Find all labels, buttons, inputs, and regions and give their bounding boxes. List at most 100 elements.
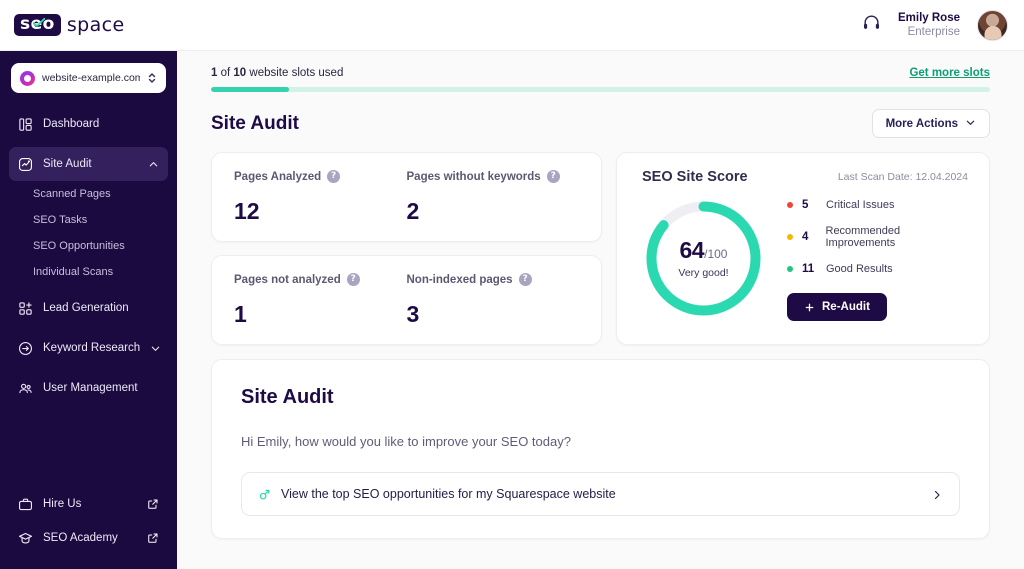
external-link-icon xyxy=(147,498,159,510)
sidebar-item-label: Keyword Research xyxy=(43,342,141,354)
sidebar-item-hire-us[interactable]: Hire Us xyxy=(9,487,168,521)
score-legend: 5 Critical Issues 4 Recommended Improvem… xyxy=(787,195,968,321)
legend-count: 11 xyxy=(802,263,815,275)
status-dot-critical xyxy=(787,202,793,208)
top-bar: seo space Emily Rose Enterprise xyxy=(0,0,1024,51)
chevron-down-icon xyxy=(150,343,161,354)
sidebar: website-example.com Dashboard Site Audit… xyxy=(0,51,177,569)
sidebar-subitem-label: Scanned Pages xyxy=(33,188,111,200)
score-card-title: SEO Site Score xyxy=(642,169,748,185)
sidebar-item-dashboard[interactable]: Dashboard xyxy=(9,107,168,141)
lead-generation-icon xyxy=(18,301,33,316)
stat-non-indexed-pages: Non-indexed pages ? 3 xyxy=(407,273,580,328)
up-down-icon xyxy=(147,71,157,85)
stat-label: Pages not analyzed ? xyxy=(234,273,407,286)
chevron-up-icon xyxy=(148,159,159,170)
user-name: Emily Rose xyxy=(898,11,960,24)
stat-pages-without-keywords: Pages without keywords ? 2 xyxy=(407,170,580,225)
slots-progress-fill xyxy=(211,87,289,92)
sidebar-subitem-label: Individual Scans xyxy=(33,266,114,278)
stat-value: 3 xyxy=(406,301,420,327)
legend-count: 5 xyxy=(802,199,809,211)
more-actions-label: More Actions xyxy=(885,117,958,130)
sidebar-item-label: Hire Us xyxy=(43,498,82,510)
audit-panel-greeting: Hi Emily, how would you like to improve … xyxy=(241,434,571,449)
stat-label-text: Pages not analyzed xyxy=(234,273,341,286)
more-actions-button[interactable]: More Actions xyxy=(871,109,990,138)
site-selector[interactable]: website-example.com xyxy=(11,63,166,93)
plus-icon xyxy=(804,302,815,313)
sidebar-item-lead-generation[interactable]: Lead Generation xyxy=(9,291,168,325)
dashboard-icon xyxy=(18,117,33,132)
stat-label-text: Pages Analyzed xyxy=(234,170,322,183)
seo-site-score-card: SEO Site Score Last Scan Date: 12.04.202… xyxy=(616,152,990,345)
sidebar-item-seo-opportunities[interactable]: SEO Opportunities xyxy=(0,233,177,259)
site-audit-icon xyxy=(18,157,33,172)
audit-panel-title: Site Audit xyxy=(241,386,334,408)
slots-usage-text: 1 of 10 website slots used xyxy=(211,67,343,79)
external-link-icon xyxy=(147,532,159,544)
donut-caption: Very good! xyxy=(678,267,729,279)
stat-value: 12 xyxy=(234,198,260,224)
page-header: Site Audit More Actions xyxy=(211,109,990,138)
sidebar-item-label: Dashboard xyxy=(43,118,100,130)
sidebar-item-scanned-pages[interactable]: Scanned Pages xyxy=(0,181,177,207)
body: website-example.com Dashboard Site Audit… xyxy=(0,51,1024,569)
sidebar-item-seo-tasks[interactable]: SEO Tasks xyxy=(0,207,177,233)
stat-card-top: Pages Analyzed ? 12 Pages without keywor… xyxy=(211,152,602,242)
help-icon[interactable]: ? xyxy=(327,170,341,183)
sidebar-item-individual-scans[interactable]: Individual Scans xyxy=(0,259,177,285)
keyword-research-icon xyxy=(18,341,33,356)
re-audit-label: Re-Audit xyxy=(822,301,870,313)
sidebar-item-site-audit[interactable]: Site Audit xyxy=(9,147,168,181)
sidebar-item-label: User Management xyxy=(43,382,138,394)
stat-value: 2 xyxy=(406,198,420,224)
sidebar-item-label: Lead Generation xyxy=(43,302,129,314)
sidebar-item-label: Site Audit xyxy=(43,158,92,170)
headset-icon[interactable] xyxy=(862,13,881,37)
opportunity-row[interactable]: View the top SEO opportunities for my Sq… xyxy=(241,472,960,516)
stat-pages-not-analyzed: Pages not analyzed ? 1 xyxy=(234,273,407,328)
site-globe-icon xyxy=(20,70,35,86)
legend-row-recommended-improvements: 4 Recommended Improvements xyxy=(787,225,968,249)
legend-row-critical-issues: 5 Critical Issues xyxy=(787,199,968,211)
slots-of: of xyxy=(217,67,234,79)
last-scan-date: Last Scan Date: 12.04.2024 xyxy=(837,171,968,183)
slots-total: 10 xyxy=(233,67,247,79)
sidebar-subitem-label: SEO Opportunities xyxy=(33,240,125,252)
stat-label-text: Pages without keywords xyxy=(406,170,541,183)
sidebar-item-seo-academy[interactable]: SEO Academy xyxy=(9,521,168,555)
stat-pages-analyzed: Pages Analyzed ? 12 xyxy=(234,170,407,225)
graduation-cap-icon xyxy=(18,531,33,546)
get-more-slots-link[interactable]: Get more slots xyxy=(909,67,990,79)
user-meta[interactable]: Emily Rose Enterprise xyxy=(898,11,960,40)
rocket-icon xyxy=(258,488,271,501)
re-audit-button[interactable]: Re-Audit xyxy=(787,293,887,321)
legend-label: Critical Issues xyxy=(826,199,895,211)
help-icon[interactable]: ? xyxy=(546,170,560,183)
logo-wordmark: space xyxy=(66,14,125,36)
app-logo[interactable]: seo space xyxy=(14,14,125,36)
slots-progress-bar xyxy=(211,87,990,92)
sidebar-nav: Dashboard Site Audit Scanned Pages SEO T… xyxy=(0,107,177,487)
page-title: Site Audit xyxy=(211,112,299,134)
sidebar-item-keyword-research[interactable]: Keyword Research xyxy=(9,331,168,365)
top-bar-right: Emily Rose Enterprise xyxy=(862,9,1008,41)
sidebar-item-user-management[interactable]: User Management xyxy=(9,371,168,405)
help-icon[interactable]: ? xyxy=(518,273,532,286)
status-dot-good xyxy=(787,266,793,272)
legend-label: Recommended Improvements xyxy=(825,225,901,249)
avatar[interactable] xyxy=(977,9,1008,41)
sidebar-bottom: Hire Us SEO Academy xyxy=(0,487,177,569)
slots-row: 1 of 10 website slots used Get more slot… xyxy=(211,67,990,79)
chevron-down-icon xyxy=(965,117,976,131)
logo-check-icon xyxy=(33,18,45,27)
stat-label: Pages Analyzed ? xyxy=(234,170,407,183)
stats-column: Pages Analyzed ? 12 Pages without keywor… xyxy=(211,152,602,345)
legend-label: Good Results xyxy=(826,263,893,275)
stat-label: Non-indexed pages ? xyxy=(407,273,580,286)
help-icon[interactable]: ? xyxy=(346,273,360,286)
slots-suffix: website slots used xyxy=(246,67,344,79)
summary-cards-row: Pages Analyzed ? 12 Pages without keywor… xyxy=(211,152,990,345)
app-root: seo space Emily Rose Enterprise website-… xyxy=(0,0,1024,569)
